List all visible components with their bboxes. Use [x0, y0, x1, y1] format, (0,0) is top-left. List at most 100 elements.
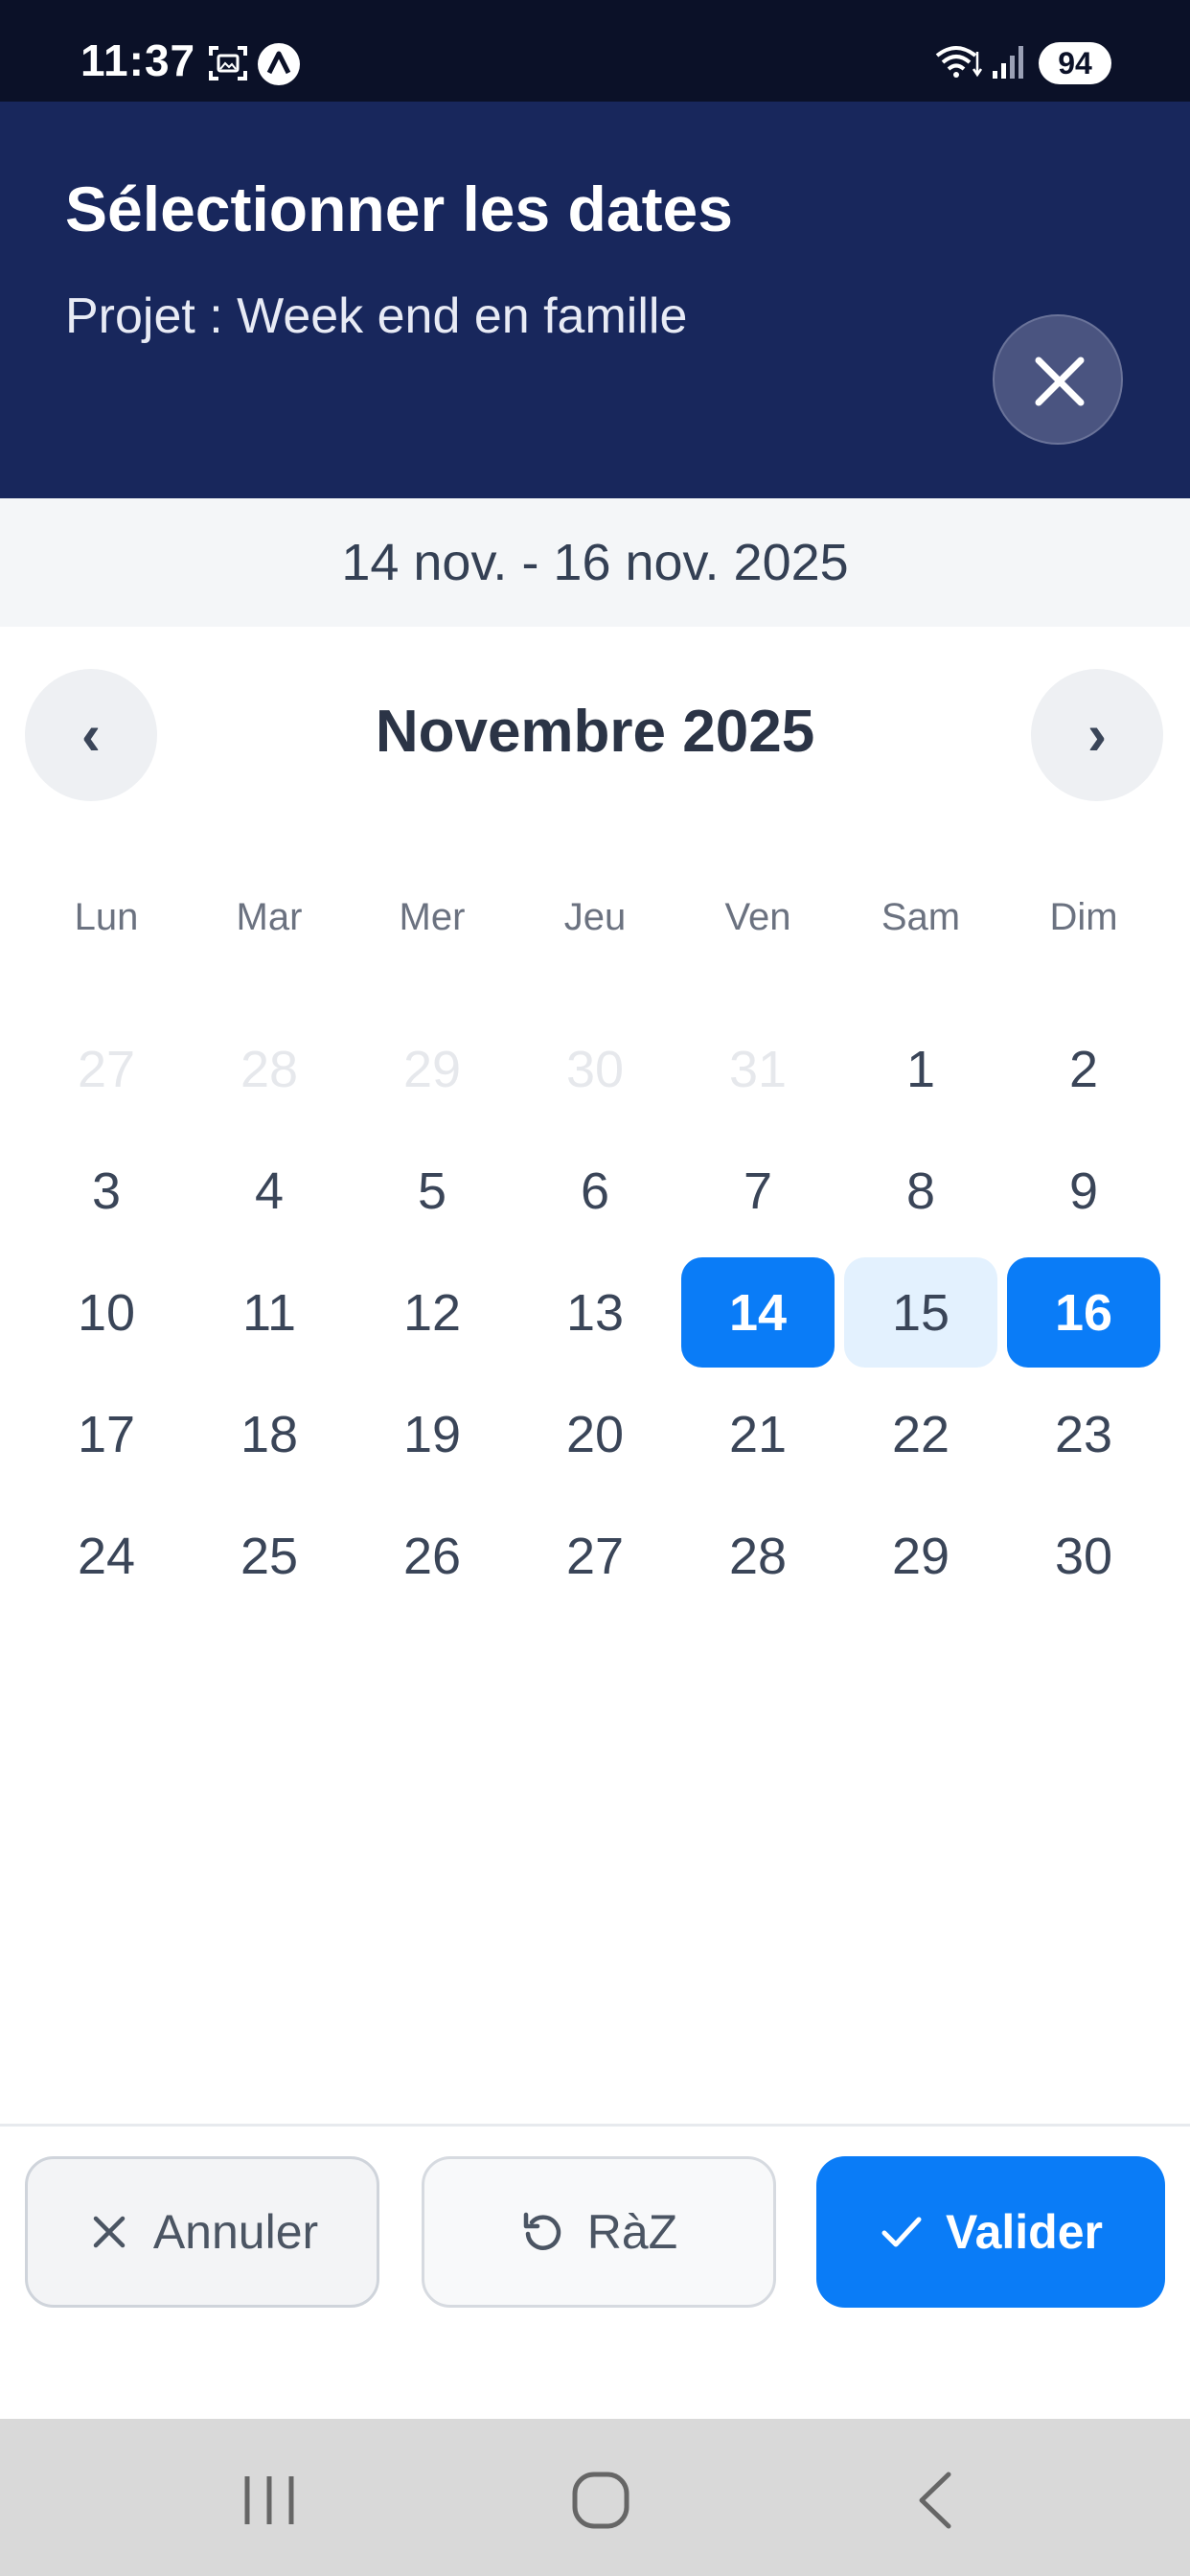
day-cell[interactable]: 12 — [351, 1252, 514, 1373]
day-number: 13 — [565, 1283, 625, 1342]
day-number: 17 — [77, 1405, 136, 1463]
calendar-grid: 27 28 29 30 31 1 2 3 4 5 6 7 8 9 10 11 12 13 14 15 16 17 18 19 2… — [25, 1008, 1165, 1617]
day-number: 21 — [728, 1405, 788, 1463]
day-number: 8 — [905, 1162, 936, 1220]
day-number: 4 — [254, 1162, 285, 1220]
day-cell[interactable]: 16 — [1002, 1252, 1165, 1373]
cancel-label: Annuler — [152, 2205, 319, 2259]
day-number: 7 — [743, 1162, 773, 1220]
dialog-title: Sélectionner les dates — [65, 173, 733, 244]
weekday-label: Mer — [399, 896, 466, 938]
status-bar: 11:37 94 — [0, 0, 1190, 102]
day-number: 2 — [1068, 1040, 1099, 1098]
wifi-icon — [935, 46, 983, 78]
day-number: 31 — [728, 1040, 788, 1098]
system-navigation-bar — [0, 2419, 1190, 2576]
close-icon — [1035, 356, 1085, 406]
signal-icon — [993, 46, 1023, 79]
day-cell[interactable]: 30 — [1002, 1495, 1165, 1617]
footer-divider — [0, 2124, 1190, 2127]
day-number: 3 — [91, 1162, 122, 1220]
day-cell[interactable]: 29 — [839, 1495, 1002, 1617]
reset-button[interactable]: RàZ — [422, 2156, 776, 2308]
validate-label: Valider — [946, 2205, 1103, 2259]
day-cell[interactable]: 11 — [188, 1252, 351, 1373]
day-cell[interactable]: 7 — [676, 1130, 839, 1252]
day-cell[interactable]: 25 — [188, 1495, 351, 1617]
close-icon — [93, 2216, 126, 2248]
day-cell[interactable]: 23 — [1002, 1373, 1165, 1495]
close-button[interactable] — [993, 314, 1123, 445]
day-number: 19 — [402, 1405, 462, 1463]
status-time: 11:37 — [80, 35, 196, 85]
cancel-button[interactable]: Annuler — [25, 2156, 379, 2308]
day-cell[interactable]: 24 — [25, 1495, 188, 1617]
day-number: 6 — [580, 1162, 610, 1220]
day-number: 22 — [891, 1405, 950, 1463]
day-cell[interactable]: 26 — [351, 1495, 514, 1617]
day-number: 27 — [77, 1040, 136, 1098]
day-number: 30 — [565, 1040, 625, 1098]
day-cell[interactable]: 18 — [188, 1373, 351, 1495]
day-number: 12 — [402, 1283, 462, 1342]
day-cell[interactable]: 21 — [676, 1373, 839, 1495]
reset-label: RàZ — [586, 2205, 678, 2259]
weekday-header-row: Lun Mar Mer Jeu Ven Sam Dim — [25, 896, 1165, 954]
day-number: 27 — [565, 1527, 625, 1585]
day-number: 14 — [728, 1283, 788, 1342]
day-cell[interactable]: 28 — [676, 1495, 839, 1617]
day-cell[interactable]: 13 — [514, 1252, 676, 1373]
day-number: 16 — [1054, 1283, 1113, 1342]
day-cell[interactable]: 19 — [351, 1373, 514, 1495]
day-cell: 28 — [188, 1008, 351, 1130]
dialog-subtitle: Projet : Week end en famille — [65, 288, 688, 344]
recent-apps-icon[interactable] — [236, 2469, 303, 2532]
day-number: 18 — [240, 1405, 299, 1463]
day-number: 30 — [1054, 1527, 1113, 1585]
day-cell[interactable]: 1 — [839, 1008, 1002, 1130]
reset-icon — [523, 2212, 561, 2250]
day-number: 28 — [240, 1040, 299, 1098]
validate-button[interactable]: Valider — [816, 2156, 1165, 2308]
day-cell: 27 — [25, 1008, 188, 1130]
day-cell[interactable]: 5 — [351, 1130, 514, 1252]
day-cell[interactable]: 14 — [676, 1252, 839, 1373]
weekday-label: Dim — [1049, 896, 1118, 938]
day-number: 23 — [1054, 1405, 1113, 1463]
day-cell[interactable]: 10 — [25, 1252, 188, 1373]
day-cell[interactable]: 4 — [188, 1130, 351, 1252]
weekday-label: Sam — [881, 896, 961, 938]
day-cell[interactable]: 20 — [514, 1373, 676, 1495]
app-notification-icon — [258, 43, 300, 85]
day-number: 29 — [402, 1040, 462, 1098]
day-number: 10 — [77, 1283, 136, 1342]
day-cell: 31 — [676, 1008, 839, 1130]
day-cell[interactable]: 2 — [1002, 1008, 1165, 1130]
day-cell[interactable]: 27 — [514, 1495, 676, 1617]
day-number: 11 — [241, 1283, 297, 1342]
day-number: 25 — [240, 1527, 299, 1585]
weekday-label: Jeu — [563, 896, 627, 938]
weekday-label: Mar — [236, 896, 303, 938]
day-cell[interactable]: 8 — [839, 1130, 1002, 1252]
day-cell[interactable]: 3 — [25, 1130, 188, 1252]
day-number: 26 — [402, 1527, 462, 1585]
day-cell[interactable]: 6 — [514, 1130, 676, 1252]
day-number: 20 — [565, 1405, 625, 1463]
day-number: 1 — [905, 1040, 936, 1098]
home-icon[interactable] — [567, 2469, 634, 2532]
day-cell[interactable]: 15 — [839, 1252, 1002, 1373]
weekday-label: Ven — [724, 896, 791, 938]
next-month-button[interactable]: › — [1031, 669, 1163, 801]
weekday-label: Lun — [74, 896, 139, 938]
battery-indicator: 94 — [1039, 42, 1111, 84]
day-cell: 30 — [514, 1008, 676, 1130]
screenshot-icon — [209, 46, 247, 80]
day-cell[interactable]: 9 — [1002, 1130, 1165, 1252]
selected-range: 14 nov. - 16 nov. 2025 — [0, 498, 1190, 627]
back-icon[interactable] — [904, 2469, 972, 2532]
day-cell[interactable]: 22 — [839, 1373, 1002, 1495]
day-number: 24 — [77, 1527, 136, 1585]
day-number: 9 — [1068, 1162, 1099, 1220]
day-cell[interactable]: 17 — [25, 1373, 188, 1495]
